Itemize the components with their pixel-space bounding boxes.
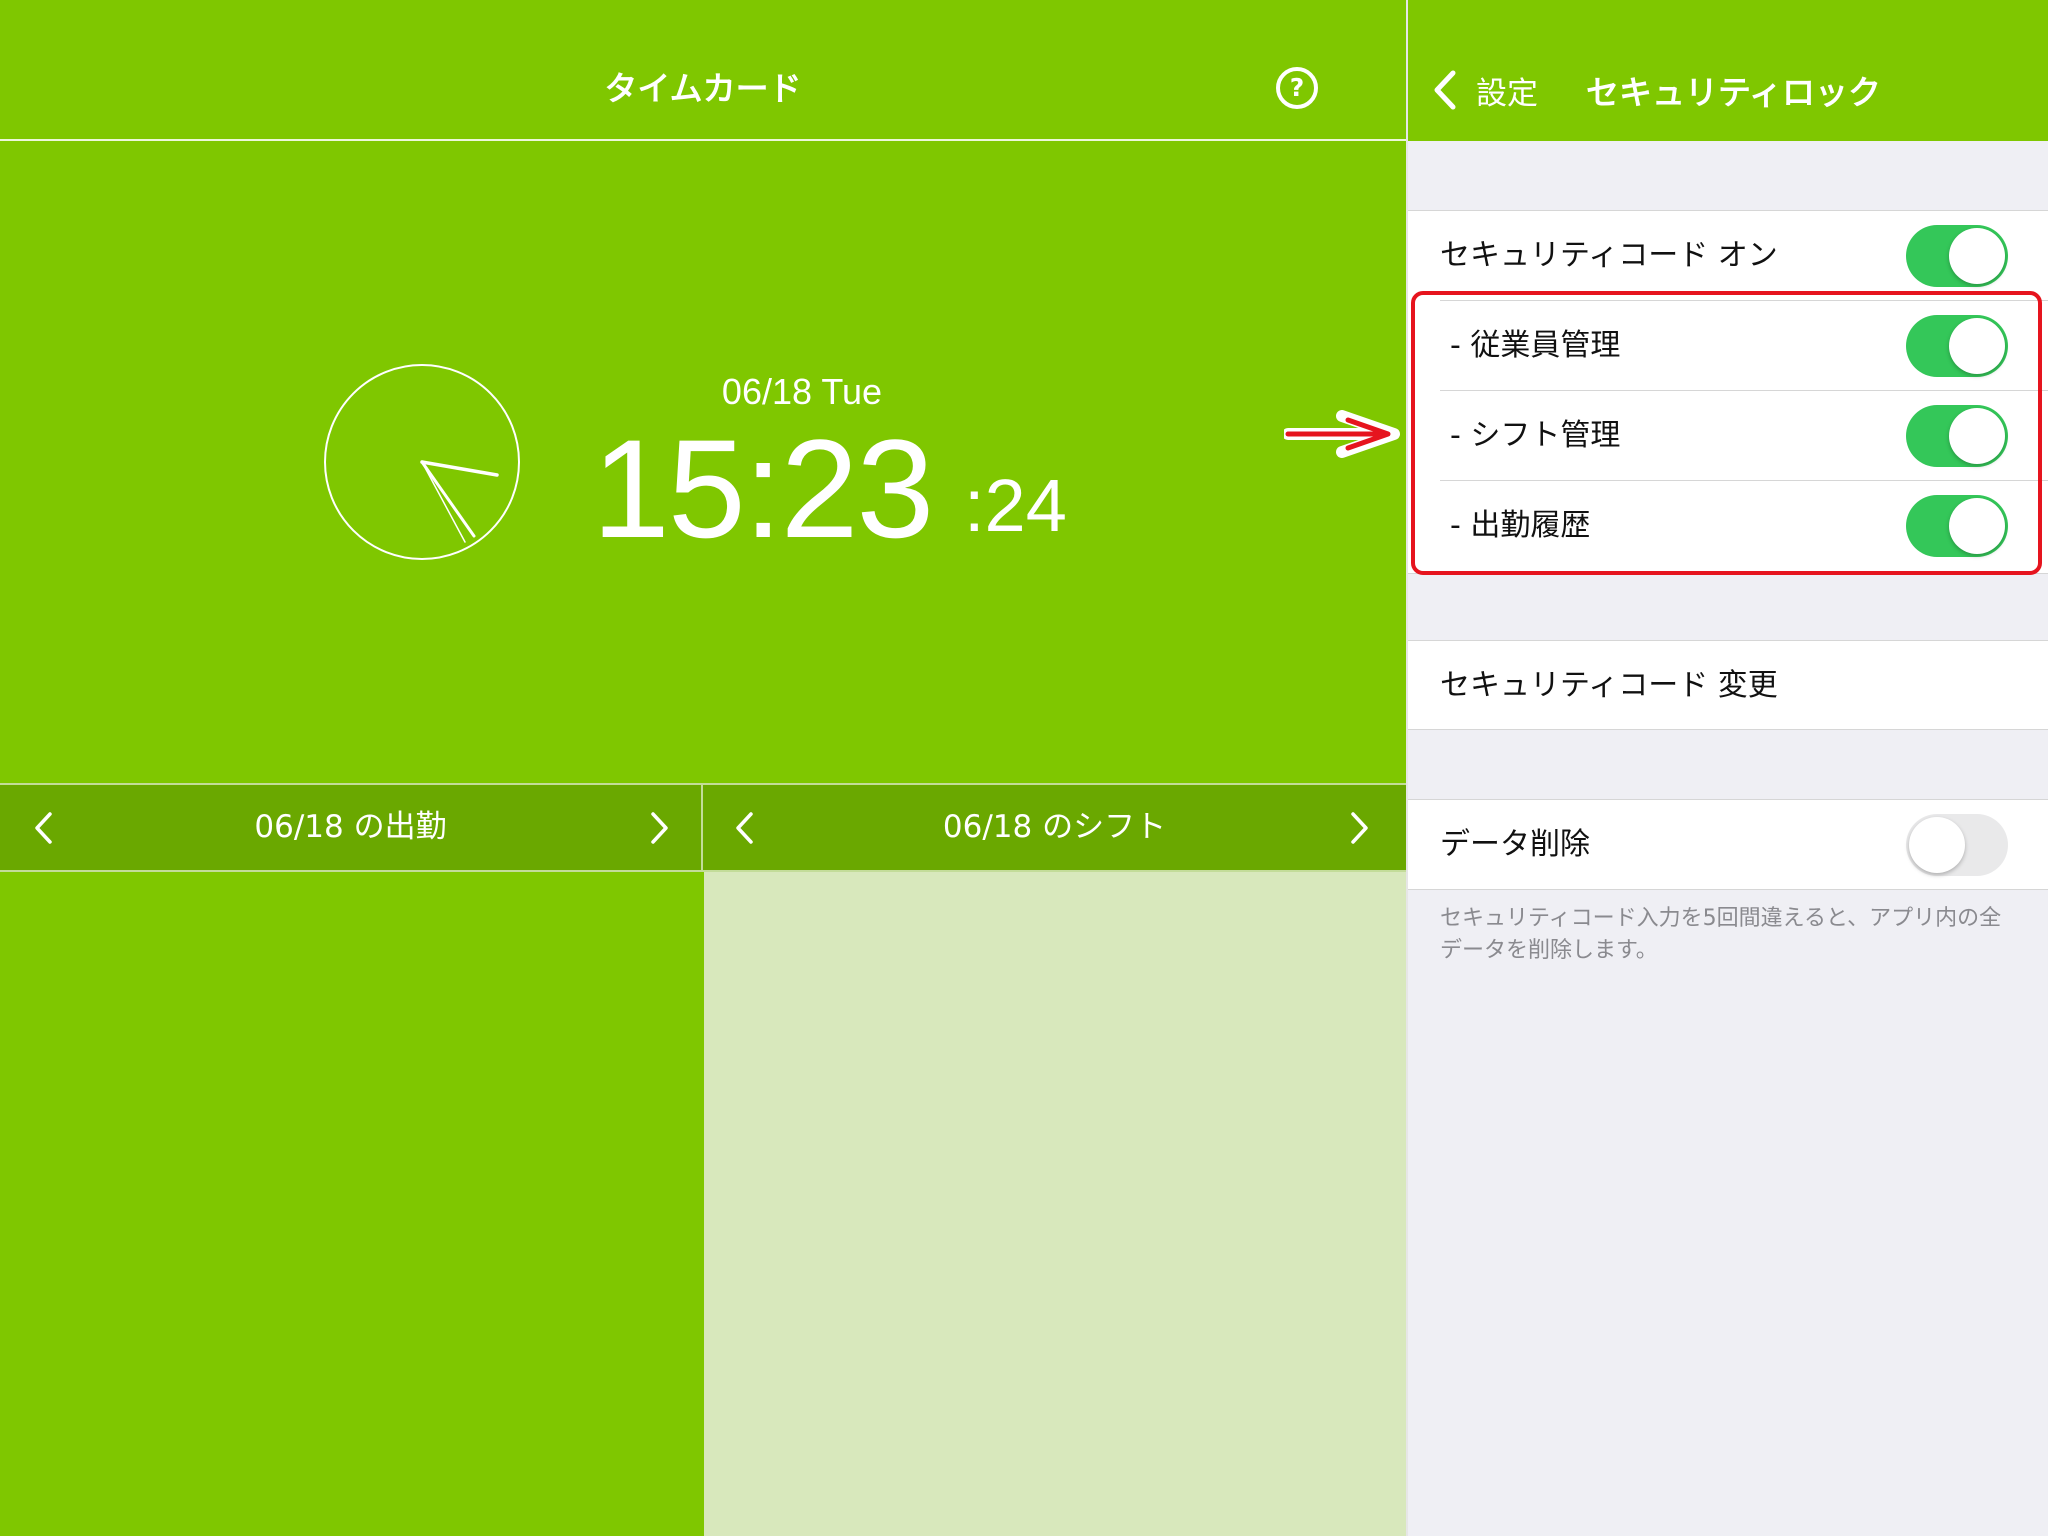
shift-list <box>704 872 1406 1536</box>
shift-day-label: 06/18 のシフト <box>942 809 1167 845</box>
toggle-knob <box>1909 817 1965 873</box>
highlight-box <box>1411 291 2042 575</box>
chevron-right-icon[interactable] <box>1343 811 1373 845</box>
day-navigation-bar: 06/18 の出勤 06/18 のシフト <box>0 783 1406 872</box>
page-title: タイムカード <box>604 69 802 108</box>
back-chevron-icon[interactable] <box>1432 70 1458 114</box>
attendance-day-label: 06/18 の出勤 <box>254 809 447 845</box>
security-code-on-label: セキュリティコード オン <box>1440 238 1778 273</box>
timecard-pane: タイムカード ? 06/18 Tue 15:23 :24 06/18 の出勤 0… <box>0 0 1406 1536</box>
timecard-header: タイムカード ? <box>0 0 1406 141</box>
delete-data-row: データ削除 <box>1408 800 2048 890</box>
chevron-left-icon[interactable] <box>731 811 761 845</box>
second-hand <box>421 461 466 543</box>
change-code-row[interactable]: セキュリティコード 変更 <box>1408 641 2048 731</box>
current-time: 15:23 <box>592 410 934 567</box>
delete-data-toggle[interactable] <box>1906 814 2008 876</box>
analog-clock <box>324 364 520 560</box>
settings-title: セキュリティロック <box>1586 73 1882 112</box>
attendance-list <box>0 872 703 1536</box>
toggle-knob <box>1949 228 2005 284</box>
delete-data-footnote: セキュリティコード入力を5回間違えると、アプリ内の全データを削除します。 <box>1440 906 2002 963</box>
minute-hand <box>420 460 476 538</box>
settings-pane: 設定 セキュリティロック セキュリティコード オン - 従業員管理 - シフト管… <box>1408 0 2048 1536</box>
clock-area: 06/18 Tue 15:23 :24 <box>0 143 1406 783</box>
delete-data-group: データ削除 <box>1408 799 2048 890</box>
security-code-on-toggle[interactable] <box>1906 225 2008 287</box>
help-icon[interactable]: ? <box>1276 67 1318 109</box>
change-code-group: セキュリティコード 変更 <box>1408 640 2048 730</box>
current-date: 06/18 Tue <box>721 371 883 412</box>
navigation-bar: 設定 セキュリティロック <box>1408 0 2048 141</box>
chevron-left-icon[interactable] <box>30 811 60 845</box>
hour-hand <box>420 460 499 477</box>
delete-data-label: データ削除 <box>1440 827 1590 862</box>
security-code-on-row: セキュリティコード オン <box>1408 211 2048 301</box>
annotation-arrow-icon <box>1284 410 1400 458</box>
attendance-day-nav: 06/18 の出勤 <box>0 785 703 870</box>
chevron-right-icon[interactable] <box>643 811 673 845</box>
current-seconds: :24 <box>964 464 1067 547</box>
change-code-label: セキュリティコード 変更 <box>1440 668 1778 703</box>
shift-day-nav: 06/18 のシフト <box>703 785 1406 870</box>
back-button[interactable]: 設定 <box>1476 68 1538 113</box>
